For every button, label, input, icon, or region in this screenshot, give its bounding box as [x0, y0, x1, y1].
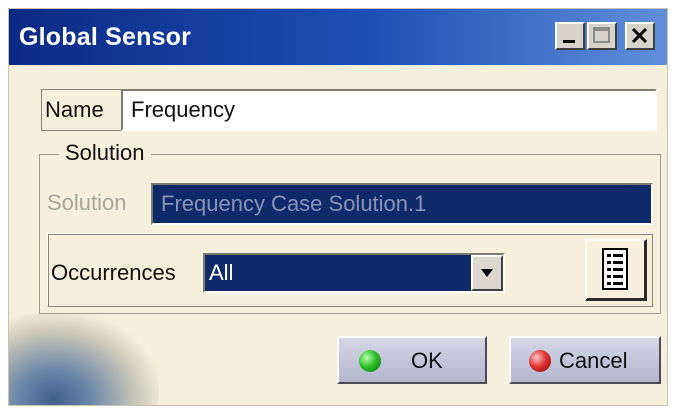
- cancel-button[interactable]: Cancel: [509, 336, 661, 384]
- ok-button[interactable]: OK: [337, 336, 487, 384]
- minimize-icon: [563, 40, 575, 43]
- dialog-title: Global Sensor: [19, 23, 192, 51]
- occurrences-select[interactable]: All: [203, 253, 505, 293]
- decorative-logo-swoosh: [9, 314, 159, 405]
- global-sensor-dialog: Global Sensor Name Frequency Solution So…: [8, 8, 668, 406]
- maximize-button[interactable]: [587, 22, 617, 50]
- close-icon: [631, 27, 648, 44]
- close-button[interactable]: [625, 22, 655, 50]
- title-bar[interactable]: Global Sensor: [9, 9, 667, 65]
- red-dot-icon: [529, 350, 551, 372]
- occurrences-label: Occurrences: [51, 260, 176, 285]
- maximize-icon: [593, 27, 610, 43]
- cancel-button-label: Cancel: [559, 348, 628, 373]
- occurrences-list-button[interactable]: [585, 239, 647, 301]
- occurrences-dropdown-button[interactable]: [471, 255, 503, 291]
- name-label: Name: [41, 89, 123, 131]
- solution-label: Solution: [47, 190, 127, 215]
- solution-group-title: Solution: [59, 140, 151, 166]
- solution-field: Frequency Case Solution.1: [151, 183, 653, 225]
- green-dot-icon: [359, 350, 381, 372]
- ok-button-label: OK: [411, 348, 443, 373]
- list-icon: [602, 248, 628, 290]
- chevron-down-icon: [481, 269, 493, 277]
- name-input[interactable]: Frequency: [121, 89, 657, 131]
- minimize-button[interactable]: [555, 22, 585, 50]
